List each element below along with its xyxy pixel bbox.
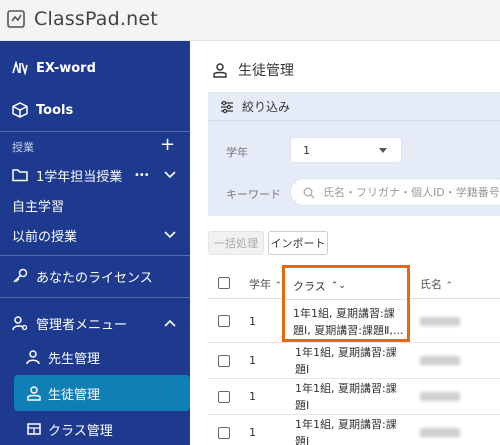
- table-row[interactable]: 1 1年1組, 夏期講習:課題Ⅰ: [208, 379, 500, 415]
- sidebar-item-grade-lesson[interactable]: 1学年担当授業 •••: [0, 165, 190, 185]
- blurred-name: [420, 428, 460, 437]
- row-class: 1年1組, 夏期講習:課題Ⅰ: [295, 382, 397, 412]
- top-bar: ClassPad.net: [0, 0, 500, 41]
- sidebar-item-tools[interactable]: Tools: [0, 100, 190, 120]
- row-class: 1年1組, 夏期講習:課題Ⅰ, 夏期講習:課題Ⅱ,...: [293, 307, 404, 337]
- sidebar-item-label: あなたのライセンス: [36, 270, 153, 286]
- sidebar-item-admin-menu[interactable]: 管理者メニュー: [0, 313, 190, 333]
- grade-filter-label: 学年: [226, 146, 248, 159]
- blurred-name: [420, 392, 460, 401]
- import-button[interactable]: インポート: [268, 231, 328, 255]
- bulk-action-button[interactable]: 一括処理: [208, 231, 264, 255]
- chevron-up-icon[interactable]: [164, 316, 176, 331]
- class-column-highlight: クラス ⌃⌄ 1年1組, 夏期講習:課題Ⅰ, 夏期講習:課題Ⅱ,...: [282, 265, 410, 342]
- folder-icon: [12, 167, 28, 183]
- sidebar-item-label: 自主学習: [12, 199, 65, 215]
- sidebar-item-label: 生徒管理: [48, 387, 101, 403]
- keyword-search-input[interactable]: 氏名・フリガナ・個人ID・学籍番号: [290, 178, 500, 206]
- sidebar-item-label: 以前の授業: [12, 229, 78, 245]
- filter-header[interactable]: 絞り込み: [208, 92, 500, 121]
- row-class: 1年1組, 夏期講習:課題Ⅰ: [295, 346, 397, 376]
- sidebar-item-label: 1学年担当授業: [36, 169, 123, 185]
- sidebar-item-license[interactable]: あなたのライセンス: [0, 266, 190, 286]
- table-row[interactable]: 1 1年1組, 夏期講習:課題Ⅰ: [208, 415, 500, 445]
- column-header-grade[interactable]: 学年 ⌃: [249, 276, 282, 292]
- keyword-placeholder: 氏名・フリガナ・個人ID・学籍番号: [323, 186, 500, 199]
- row-checkbox[interactable]: [218, 391, 230, 403]
- row-grade: 1: [249, 426, 256, 439]
- sidebar-item-label: 先生管理: [48, 351, 101, 367]
- cube-icon: [12, 102, 28, 118]
- key-icon: [12, 268, 28, 284]
- column-header-name[interactable]: 氏名 ⌃: [420, 276, 453, 292]
- sidebar-item-label: 管理者メニュー: [36, 317, 128, 333]
- sidebar-divider: [0, 255, 190, 256]
- keyword-filter-label: キーワード: [226, 188, 281, 201]
- sidebar-item-label: EX-word: [36, 60, 96, 76]
- user-gear-icon: [12, 315, 28, 331]
- row-class: 1年1組, 夏期講習:課題Ⅰ: [295, 418, 397, 445]
- blurred-name: [420, 317, 460, 326]
- person-icon: [213, 63, 227, 78]
- sidebar-item-exword[interactable]: EX-word: [0, 58, 190, 78]
- more-options-icon[interactable]: •••: [134, 170, 150, 181]
- sidebar-item-past-lessons[interactable]: 以前の授業: [0, 225, 190, 245]
- grade-select[interactable]: 1: [290, 137, 402, 163]
- page-header: 生徒管理: [212, 60, 294, 80]
- row-grade: 1: [249, 315, 256, 328]
- lessons-section-label: 授業: [12, 141, 34, 154]
- row-checkbox[interactable]: [218, 355, 230, 367]
- chevron-down-icon[interactable]: [164, 228, 176, 243]
- row-grade: 1: [249, 354, 256, 367]
- teacher-icon: [26, 349, 42, 365]
- app-title: ClassPad.net: [34, 8, 158, 30]
- sidebar-item-student-management[interactable]: 生徒管理: [14, 375, 190, 411]
- filter-panel: 絞り込み 学年 1 キーワード 氏名・フリガナ・個人ID・学籍番号: [208, 92, 500, 216]
- student-icon: [26, 385, 42, 401]
- grade-select-value: 1: [303, 143, 310, 157]
- search-icon: [303, 187, 315, 199]
- filter-title: 絞り込み: [242, 99, 291, 114]
- app-logo[interactable]: ClassPad.net: [6, 8, 158, 30]
- class-icon: [26, 421, 42, 437]
- sort-icon: ⌃⌄: [330, 281, 346, 291]
- sidebar-item-class-management[interactable]: クラス管理: [0, 418, 190, 440]
- select-all-checkbox[interactable]: [218, 277, 230, 289]
- filter-icon: [221, 100, 233, 114]
- sidebar-divider: [0, 131, 190, 132]
- table-row[interactable]: 1 1年1組, 夏期講習:課題Ⅰ: [208, 343, 500, 379]
- sidebar-item-label: クラス管理: [48, 423, 113, 439]
- add-lesson-button[interactable]: +: [160, 136, 175, 154]
- sidebar-item-self-study[interactable]: 自主学習: [0, 195, 190, 215]
- sidebar-divider: [0, 297, 190, 298]
- sidebar: EX-word Tools 授業 + 1学年担当授業 ••• 自主学習 以前の授…: [0, 41, 190, 445]
- sidebar-item-teacher-management[interactable]: 先生管理: [0, 346, 190, 368]
- dropdown-caret-icon: [379, 148, 387, 153]
- highlight-divider: [285, 299, 407, 300]
- column-header-class[interactable]: クラス ⌃⌄: [293, 278, 346, 294]
- row-checkbox[interactable]: [218, 427, 230, 439]
- classpad-logo-icon: [7, 10, 25, 28]
- page-title: 生徒管理: [238, 63, 294, 79]
- row-grade: 1: [249, 390, 256, 403]
- book-icon: [12, 60, 28, 76]
- main-content: 生徒管理 絞り込み 学年 1 キーワード 氏名・フリガナ・個人ID・学籍番号 一…: [190, 41, 500, 445]
- chevron-down-icon[interactable]: [164, 168, 176, 183]
- sidebar-item-label: Tools: [36, 102, 74, 118]
- row-checkbox[interactable]: [218, 315, 230, 327]
- blurred-name: [420, 356, 460, 365]
